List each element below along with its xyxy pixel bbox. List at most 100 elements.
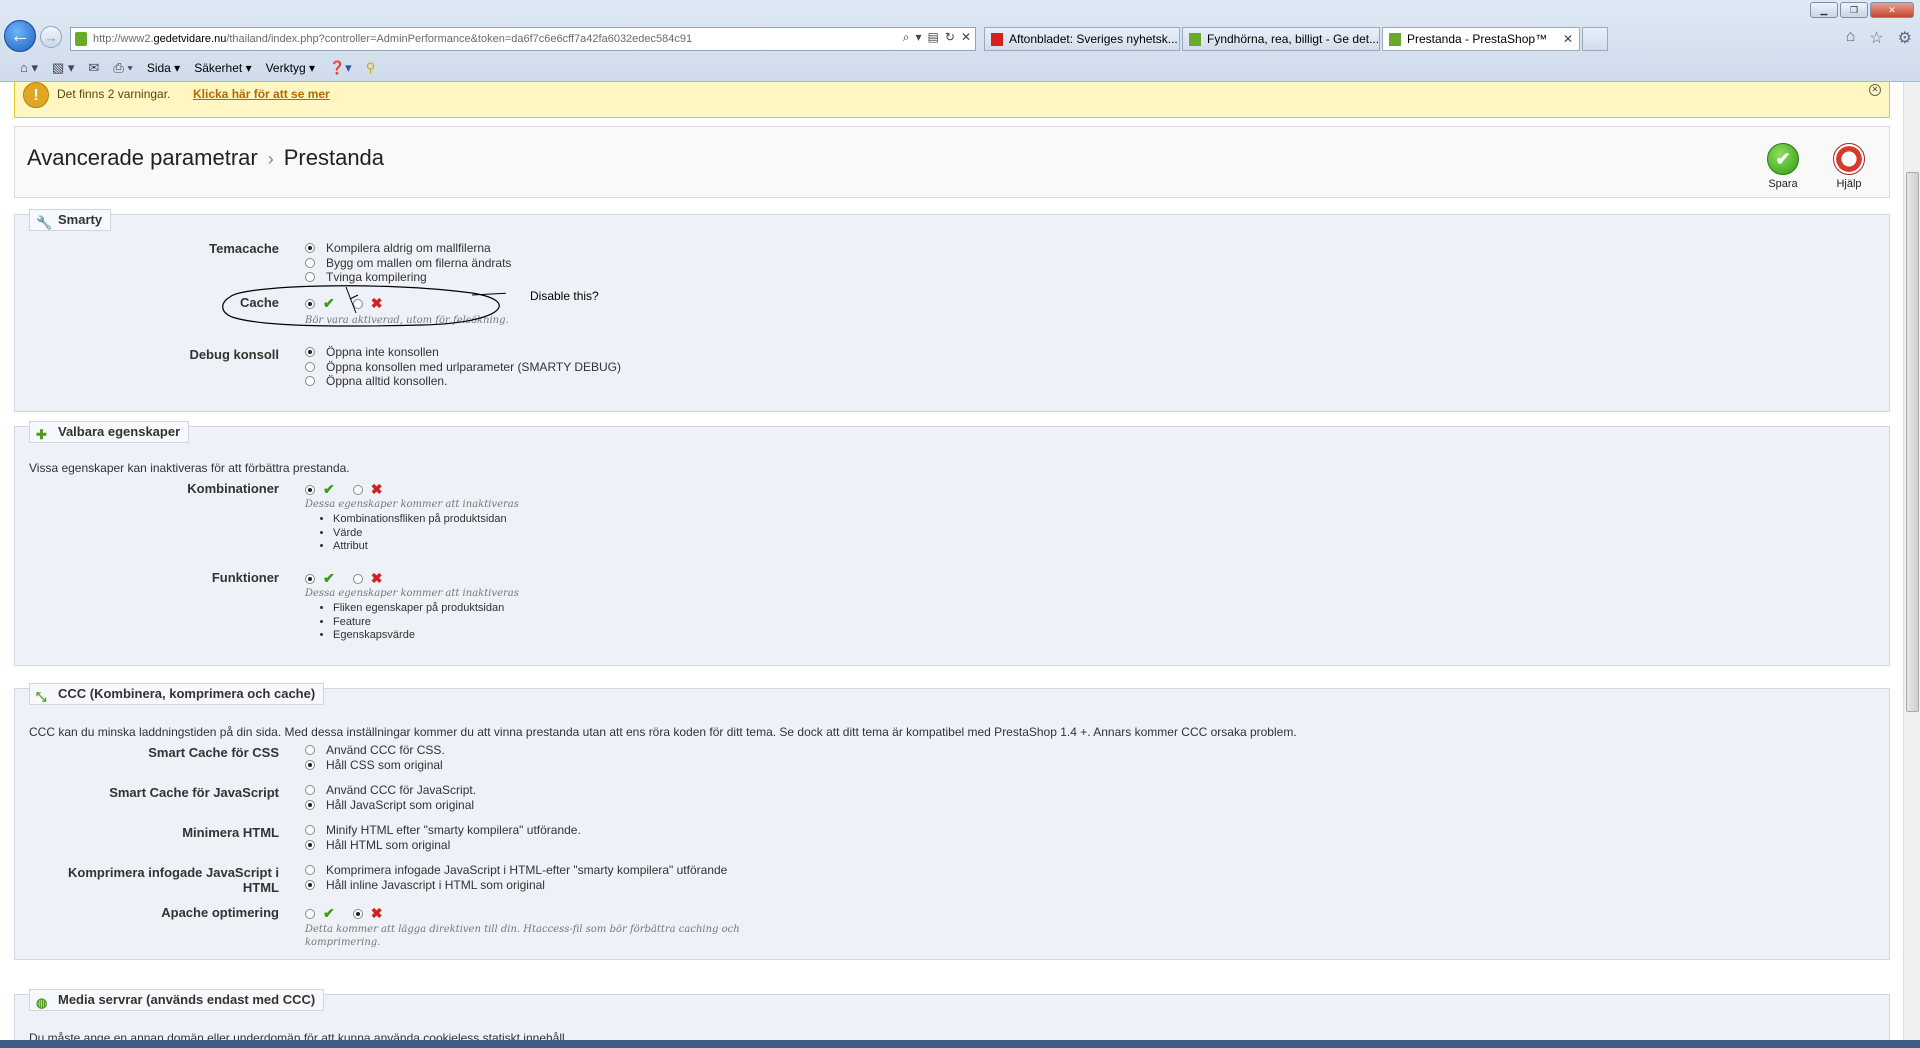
radio-button[interactable]: [305, 785, 315, 796]
features-section: ✚ Valbara egenskaper Vissa egenskaper kan…: [14, 421, 1890, 666]
radio-button[interactable]: [305, 243, 315, 254]
debug-option[interactable]: Öppna inte konsollen: [305, 345, 621, 360]
menu-tools-label: Verktyg: [265, 61, 306, 75]
features-legend: ✚ Valbara egenskaper: [29, 421, 190, 443]
cache-hint: Bör vara aktiverad, utom för felsökning.: [305, 315, 509, 326]
combinations-label: Kombinationer: [187, 481, 279, 496]
radio-button[interactable]: [305, 825, 315, 836]
tab-fyndhorna[interactable]: Fyndhörna, rea, billigt - Ge det...: [1182, 27, 1380, 51]
radio-button[interactable]: [305, 361, 315, 372]
save-button[interactable]: ✔ Spara: [1755, 143, 1811, 190]
warning-details-link[interactable]: Klicka här för att se mer: [193, 87, 330, 101]
js-option[interactable]: Använd CCC för JavaScript.: [305, 783, 476, 798]
radio-button[interactable]: [305, 865, 315, 876]
server-icon: ◍: [36, 995, 48, 1010]
new-tab-button[interactable]: [1582, 27, 1608, 51]
radio-button[interactable]: [305, 347, 315, 358]
tab-prestanda[interactable]: Prestanda - PrestaShop™ ✕: [1382, 27, 1580, 51]
aftonbladet-favicon-icon: [991, 32, 1003, 46]
refresh-icon[interactable]: ↻: [945, 30, 955, 45]
css-option[interactable]: Håll CSS som original: [305, 758, 445, 773]
compress-arrows-icon: ⤡: [36, 689, 47, 704]
radio-button[interactable]: [305, 799, 315, 810]
feeds-icon[interactable]: ▧ ▾: [52, 60, 74, 76]
radio-button[interactable]: [305, 376, 315, 387]
help-icon[interactable]: ❓▾: [329, 60, 352, 76]
inline-option[interactable]: Håll inline Javascript i HTML som origin…: [305, 878, 727, 893]
stop-icon[interactable]: ✕: [961, 30, 971, 45]
radio-button[interactable]: [305, 272, 315, 283]
option-label: Håll CSS som original: [326, 757, 443, 772]
smarty-legend: 🔧 Smarty: [29, 209, 112, 231]
temacache-option[interactable]: Kompilera aldrig om mallfilerna: [305, 241, 511, 256]
help-label: Hjälp: [1836, 178, 1862, 190]
functions-no-radio[interactable]: [352, 573, 363, 584]
apache-no-radio[interactable]: [352, 908, 363, 919]
list-item: Feature: [333, 616, 504, 630]
breadcrumb-parent[interactable]: Avancerade parametrar: [27, 145, 258, 170]
search-icon[interactable]: ⌕: [903, 30, 910, 45]
js-option[interactable]: Håll JavaScript som original: [305, 798, 476, 813]
temacache-option[interactable]: Bygg om mallen om filerna ändrats: [305, 256, 511, 271]
apache-hint-line1: Detta kommer att lägga direktiven till d…: [305, 924, 740, 935]
command-bar: ⌂ ▾ ▧ ▾ ✉ ⎙ ▾ Sida ▾ Säkerhet ▾ Verktyg …: [0, 56, 900, 80]
radio-button[interactable]: [305, 745, 315, 756]
close-tab-icon[interactable]: ✕: [1563, 32, 1573, 46]
print-icon[interactable]: ⎙ ▾: [113, 60, 132, 76]
temacache-label: Temacache: [209, 241, 279, 256]
compat-view-icon[interactable]: ▤: [928, 30, 939, 45]
warning-bar: ! Det finns 2 varningar. Klicka här för …: [14, 82, 1890, 118]
mail-icon[interactable]: ✉: [88, 60, 99, 76]
vertical-scrollbar[interactable]: [1903, 82, 1920, 1048]
tab-aftonbladet[interactable]: Aftonbladet: Sveriges nyhetsk...: [984, 27, 1180, 51]
debug-option[interactable]: Öppna konsollen med urlparameter (SMARTY…: [305, 360, 621, 375]
scrollbar-thumb[interactable]: [1906, 172, 1919, 712]
html-option[interactable]: Håll HTML som original: [305, 838, 581, 853]
close-window-button[interactable]: ✕: [1870, 2, 1914, 18]
radio-button[interactable]: [305, 839, 315, 850]
list-item: Fliken egenskaper på produktsidan: [333, 602, 504, 616]
arrow-left-icon: ←: [10, 24, 30, 47]
css-option[interactable]: Använd CCC för CSS.: [305, 743, 445, 758]
functions-yes-radio[interactable]: [305, 573, 315, 584]
legend-text: Valbara egenskaper: [58, 424, 181, 439]
menu-tools[interactable]: Verktyg ▾: [266, 61, 315, 75]
settings-gear-icon[interactable]: ⚙: [1898, 28, 1912, 48]
menu-safety[interactable]: Säkerhet ▾: [194, 61, 251, 75]
inline-js-label-line2: HTML: [242, 880, 279, 895]
temacache-option[interactable]: Tvinga kompilering: [305, 270, 511, 285]
research-icon[interactable]: ⚲: [366, 60, 376, 76]
inline-option[interactable]: Komprimera infogade JavaScript i HTML-ef…: [305, 863, 727, 878]
check-icon: ✔: [323, 570, 335, 586]
minimize-button[interactable]: ▁: [1810, 2, 1838, 18]
html-option[interactable]: Minify HTML efter "smarty kompilera" utf…: [305, 823, 581, 838]
help-button[interactable]: Hjälp: [1821, 143, 1877, 190]
apache-yes-radio[interactable]: [305, 908, 315, 919]
radio-button[interactable]: [305, 759, 315, 770]
radio-button[interactable]: [305, 257, 315, 268]
debug-options: Öppna inte konsollen Öppna konsollen med…: [305, 345, 621, 389]
combinations-no-radio[interactable]: [352, 484, 363, 495]
forward-button[interactable]: →: [40, 26, 62, 48]
combinations-list: Kombinationsfliken på produktsidan Värde…: [321, 513, 507, 554]
radio-button[interactable]: [305, 879, 315, 890]
combinations-yes-radio[interactable]: [305, 484, 315, 495]
js-cache-label: Smart Cache för JavaScript: [109, 785, 279, 800]
close-icon[interactable]: ✕: [1869, 84, 1881, 96]
breadcrumb: Avancerade parametrar › Prestanda: [27, 145, 384, 171]
back-button[interactable]: ←: [4, 20, 36, 52]
arrow-right-icon: →: [44, 29, 58, 45]
address-bar[interactable]: http://www2.gedetvidare.nu/thailand/inde…: [70, 27, 976, 51]
wrench-icon: 🔧: [36, 215, 53, 230]
restore-button[interactable]: ❐: [1840, 2, 1868, 18]
cache-no-radio[interactable]: [352, 298, 363, 309]
debug-option[interactable]: Öppna alltid konsollen.: [305, 374, 621, 389]
dropdown-icon[interactable]: ▾: [916, 30, 922, 45]
option-label: Minify HTML efter "smarty kompilera" utf…: [326, 823, 581, 838]
favorites-star-icon[interactable]: ☆: [1869, 28, 1883, 48]
home-icon[interactable]: ⌂: [1846, 28, 1856, 48]
home-icon[interactable]: ⌂ ▾: [20, 60, 38, 76]
menu-page[interactable]: Sida ▾: [147, 61, 180, 75]
cache-toggle: ✔ ✖: [305, 295, 382, 312]
cache-yes-radio[interactable]: [305, 298, 315, 309]
